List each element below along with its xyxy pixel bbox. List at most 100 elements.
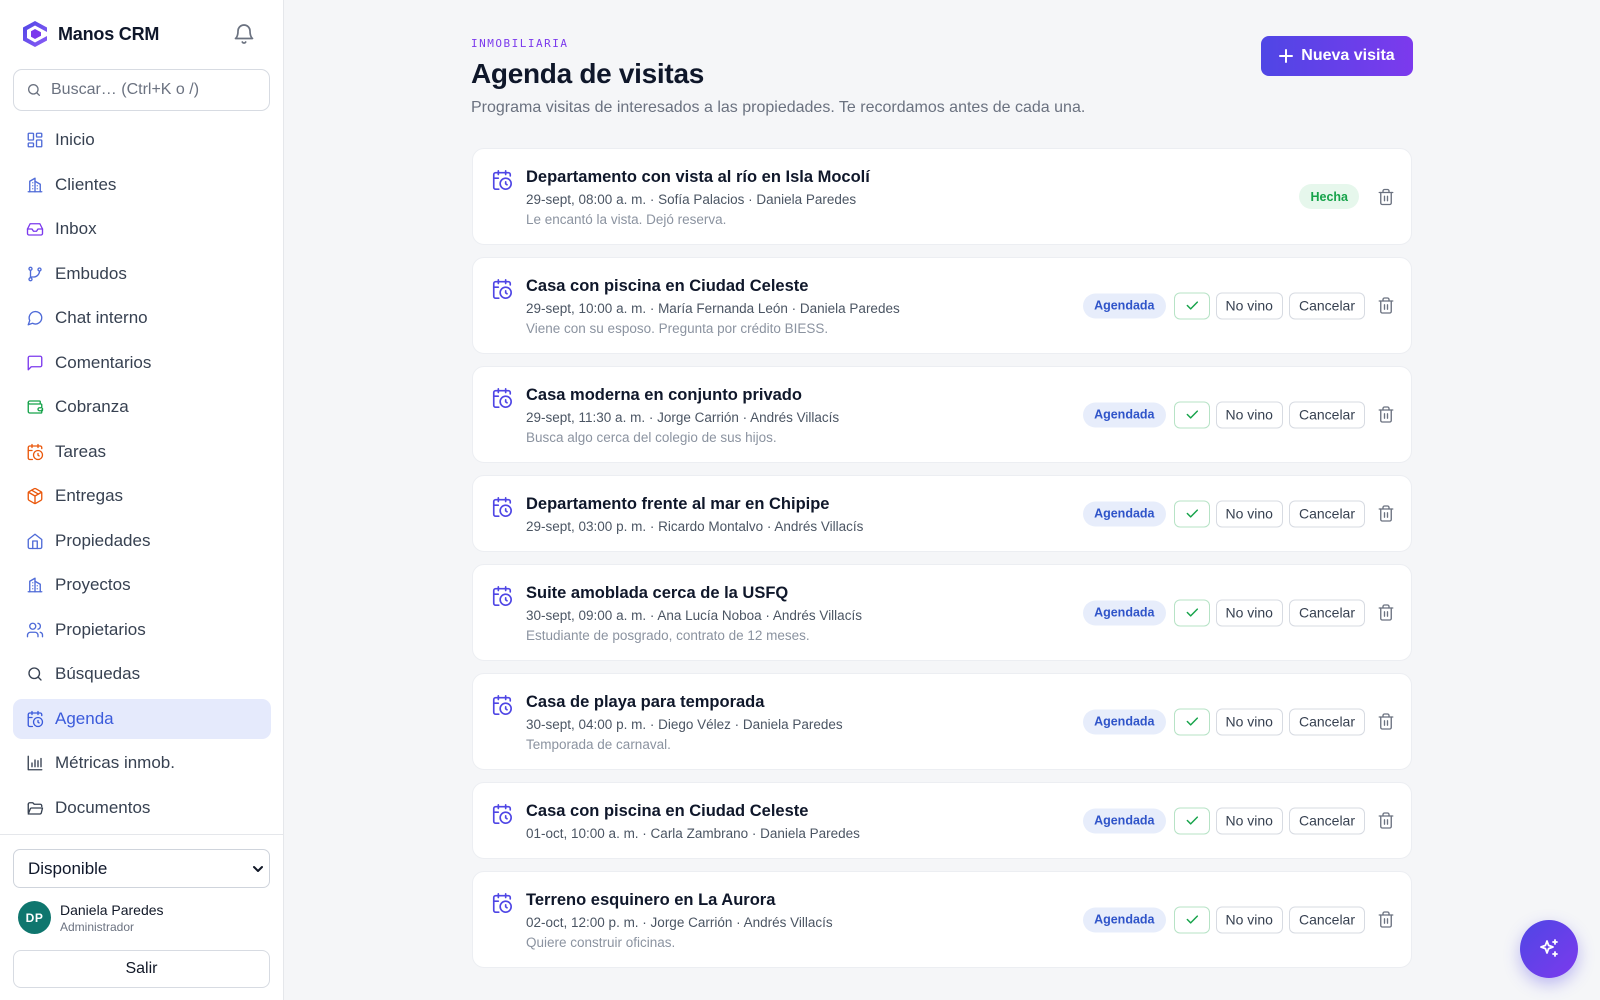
delete-button[interactable] [1373,709,1399,735]
sidebar-item-comentarios[interactable]: Comentarios [13,343,271,383]
sidebar-item-label: Chat interno [55,308,148,327]
sidebar-item-proyectos[interactable]: Proyectos [13,565,271,605]
sidebar-item-label: Proyectos [55,575,131,594]
comment-icon [27,355,43,370]
visit-card[interactable]: Casa de playa para temporada 30-sept, 04:… [472,673,1412,770]
sidebar-item-tareas[interactable]: Tareas [13,432,271,472]
delete-button[interactable] [1373,402,1399,428]
sidebar-item-propiedades[interactable]: Propiedades [13,521,271,561]
search-icon [28,84,40,96]
search-input[interactable] [51,81,251,99]
sidebar-item-label: Documentos [55,797,151,817]
user-name: Daniela Paredes [60,901,164,918]
mark-done-button[interactable] [1173,292,1210,319]
sidebar-item-busquedas[interactable]: Búsquedas [13,654,271,694]
bell-icon[interactable] [232,22,256,46]
no-show-button[interactable]: No vino [1215,906,1283,933]
delete-button[interactable] [1373,184,1399,210]
sidebar-item-label: Comentarios [55,352,152,372]
cancel-button[interactable]: Cancelar [1288,906,1365,933]
mark-done-button[interactable] [1173,906,1210,933]
sidebar-item-label: Embudos [55,263,127,283]
sidebar-item-label: Métricas inmob. [55,753,175,772]
visit-card[interactable]: Departamento frente al mar en Chipipe 29-… [472,475,1412,552]
visit-title: Casa moderna en conjunto privado [526,386,802,404]
no-show-button[interactable]: No vino [1215,807,1283,834]
chat-bubble-icon [27,310,43,326]
visit-note: Estudiante de posgrado, contrato de 12 m… [526,628,810,643]
sidebar-item-clientes[interactable]: Clientes [13,165,271,205]
delete-button[interactable] [1373,907,1399,933]
page-title: Agenda de visitas [471,58,704,89]
calendar-clock-icon [492,586,512,606]
visit-meta: 02-oct, 12:00 p. m. · Jorge Carrión · An… [526,915,833,930]
status-badge: Agendada [1083,501,1166,526]
cancel-button[interactable]: Cancelar [1288,708,1365,735]
new-visit-button[interactable]: Nueva visita [1261,36,1413,76]
brand[interactable]: Manos CRM [22,20,159,48]
delete-button[interactable] [1373,808,1399,834]
no-show-button[interactable]: No vino [1215,500,1283,527]
calendar-clock-icon [492,893,512,913]
visit-meta: 29-sept, 03:00 p. m. · Ricardo Montalvo … [526,519,864,534]
cancel-button[interactable]: Cancelar [1288,500,1365,527]
manos-logo-icon [23,21,47,47]
visit-actions: Agendada No vino Cancelar [1083,500,1399,527]
sidebar-footer: Disponible DP Daniela Paredes Administra… [0,834,284,1000]
visit-card[interactable]: Casa con piscina en Ciudad Celeste 29-sep… [472,257,1412,354]
sidebar-item-metricas-inmob[interactable]: Métricas inmob. [13,743,271,783]
building-icon [27,577,43,593]
calendar-clock-icon [492,497,512,517]
no-show-button[interactable]: No vino [1215,292,1283,319]
check-icon [1186,915,1198,924]
user-profile[interactable]: DP Daniela Paredes Administrador [18,901,164,934]
mark-done-button[interactable] [1173,599,1210,626]
delete-button[interactable] [1373,293,1399,319]
ai-assistant-button[interactable] [1520,920,1578,978]
cancel-button[interactable]: Cancelar [1288,807,1365,834]
visit-card[interactable]: Casa con piscina en Ciudad Celeste 01-oct… [472,782,1412,859]
no-show-button[interactable]: No vino [1215,599,1283,626]
sidebar-item-cobranza[interactable]: Cobranza [13,387,271,427]
sidebar-item-inicio[interactable]: Inicio [13,120,271,160]
sidebar-item-entregas[interactable]: Entregas [13,476,271,516]
folder-icon [27,801,44,815]
mark-done-button[interactable] [1173,500,1210,527]
cancel-button[interactable]: Cancelar [1288,292,1365,319]
mark-done-button[interactable] [1173,401,1210,428]
sidebar-item-label: Clientes [55,174,117,194]
availability-select[interactable]: Disponible [13,849,270,888]
sidebar-item-agenda[interactable]: Agenda [13,698,271,739]
sidebar-item-label: Búsquedas [55,664,141,683]
visit-meta: 01-oct, 10:00 a. m. · Carla Zambrano · D… [526,826,860,841]
visit-card[interactable]: Departamento con vista al río en Isla Mo… [472,148,1412,245]
visit-card[interactable]: Casa moderna en conjunto privado 29-sept,… [472,366,1412,463]
visit-card[interactable]: Terreno esquinero en La Aurora 02-oct, 12… [472,871,1412,968]
visit-actions: Hecha [1299,184,1399,210]
calendar-clock-icon [492,695,512,715]
cancel-button[interactable]: Cancelar [1288,599,1365,626]
new-visit-label: Nueva visita [1301,47,1395,64]
delete-button[interactable] [1373,501,1399,527]
bar-chart-icon [27,755,43,771]
cancel-button[interactable]: Cancelar [1288,401,1365,428]
sidebar-item-embudos[interactable]: Embudos [13,254,271,294]
sidebar-item-propietarios[interactable]: Propietarios [13,610,271,650]
search-box[interactable] [13,69,270,111]
visit-title: Departamento frente al mar en Chipipe [526,495,830,513]
delete-button[interactable] [1373,600,1399,626]
no-show-button[interactable]: No vino [1215,708,1283,735]
visit-actions: Agendada No vino Cancelar [1083,292,1399,319]
visit-card[interactable]: Suite amoblada cerca de la USFQ 30-sept, … [472,564,1412,661]
sidebar-item-label: Inbox [55,219,97,238]
sidebar-item-documentos[interactable]: Documentos [13,788,271,828]
mark-done-button[interactable] [1173,807,1210,834]
sidebar-item-inbox[interactable]: Inbox [13,209,271,249]
mark-done-button[interactable] [1173,708,1210,735]
logout-button[interactable]: Salir [13,950,270,988]
visit-meta: 30-sept, 04:00 p. m. · Diego Vélez · Dan… [526,717,843,732]
trash-icon [1378,812,1394,829]
no-show-button[interactable]: No vino [1215,401,1283,428]
trash-icon [1378,297,1394,314]
sidebar-item-chat-interno[interactable]: Chat interno [13,298,271,338]
